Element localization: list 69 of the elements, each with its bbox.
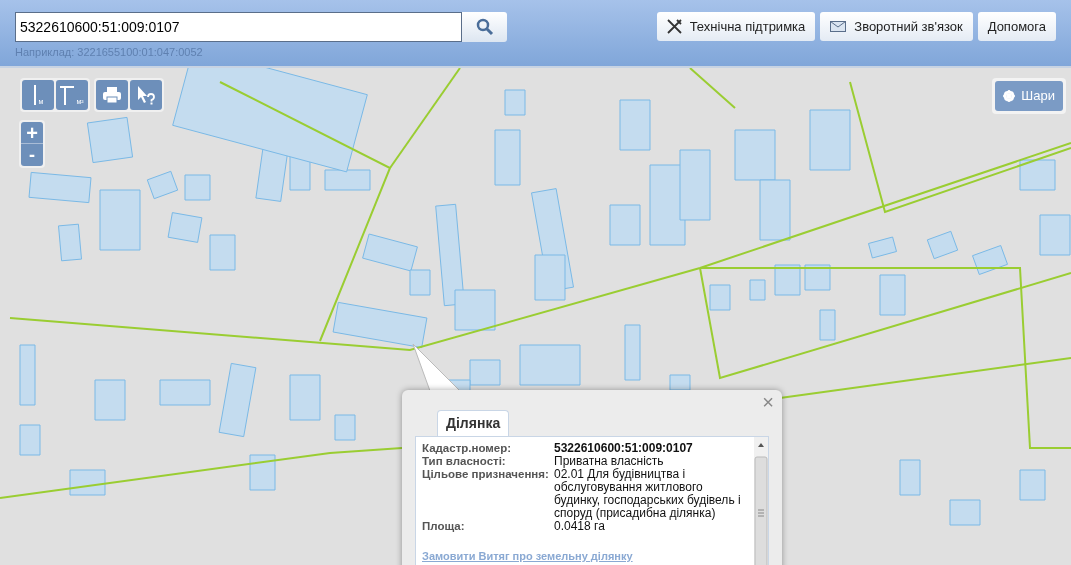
building-outline	[1039, 214, 1071, 256]
building-outline	[619, 99, 651, 151]
field-label: Тип власності:	[422, 455, 507, 468]
tools-icon	[666, 19, 682, 34]
building-outline	[624, 324, 641, 381]
building-outline	[819, 309, 836, 341]
building-outline	[879, 274, 906, 316]
building-outline	[804, 264, 831, 291]
building-outline	[899, 459, 921, 496]
order-extract-link[interactable]: Замовити Витяг про земельну ділянку	[422, 550, 748, 563]
building-outline	[609, 204, 641, 246]
field-value: 02.01 Для будівництва і обслуговування житлового будинку, господарських будівель і споруд (присадибна ділянка)	[554, 468, 742, 520]
field-value: Приватна власність	[554, 455, 664, 468]
building-outline	[167, 212, 203, 243]
building-outline	[868, 236, 897, 259]
building-outline	[926, 230, 959, 260]
zoom-in-button[interactable]: +	[21, 122, 43, 144]
building-outline	[734, 129, 776, 181]
zoom-out-button[interactable]: -	[21, 144, 43, 166]
field-value: 0.0418 га	[554, 520, 605, 533]
field-label: Кадастр.номер:	[422, 442, 513, 455]
print-button[interactable]	[96, 80, 128, 110]
building-outline	[69, 469, 106, 496]
building-outline	[1019, 469, 1046, 501]
building-outline	[94, 379, 126, 421]
field-label: Площа:	[422, 520, 466, 533]
popup-pointer	[412, 343, 462, 393]
support-button[interactable]: Технічна підтримка	[656, 12, 816, 41]
building-outline	[334, 414, 356, 441]
popup-tab[interactable]: Ділянка	[437, 410, 510, 436]
building-outline	[19, 344, 36, 406]
layers-button[interactable]: Шари	[995, 81, 1063, 111]
building-outline	[679, 149, 711, 221]
building-outline	[669, 374, 691, 391]
field-label: Цільове призначення:	[422, 468, 550, 481]
building-outline	[1019, 159, 1056, 191]
feedback-button[interactable]: Зворотний зв'язок	[820, 12, 973, 41]
building-outline	[99, 189, 141, 251]
building-outline	[58, 223, 82, 262]
pointer-question-icon	[136, 85, 156, 105]
building-outline	[19, 424, 41, 456]
building-outline	[209, 234, 236, 271]
building-outline	[759, 179, 791, 241]
building-outline	[809, 109, 851, 171]
ruler-corner-icon	[60, 85, 75, 105]
building-outline	[28, 171, 92, 204]
building-outline	[949, 499, 981, 526]
envelope-icon	[830, 21, 847, 32]
search-button[interactable]	[462, 12, 507, 42]
building-outline	[289, 374, 321, 421]
parcel-boundary-line	[689, 68, 736, 109]
building-outline	[86, 116, 134, 164]
field-value: 5322610600:51:009:0107	[554, 442, 693, 455]
building-outline	[159, 379, 211, 406]
building-outline	[249, 454, 276, 491]
building-outline	[972, 245, 1008, 275]
gear-icon	[1003, 90, 1016, 102]
printer-icon	[103, 87, 121, 103]
help-button[interactable]: Допомога	[977, 12, 1056, 41]
building-outline	[709, 284, 731, 311]
identify-button[interactable]	[130, 80, 162, 110]
building-outline	[519, 344, 581, 386]
building-outline	[504, 89, 526, 116]
close-button[interactable]: ×	[762, 392, 774, 412]
building-outline	[749, 279, 766, 301]
building-outline	[494, 129, 521, 186]
search-icon	[475, 18, 494, 36]
building-outline	[774, 264, 801, 296]
search-field[interactable]: 5322610600:51:009:0107	[15, 12, 462, 42]
